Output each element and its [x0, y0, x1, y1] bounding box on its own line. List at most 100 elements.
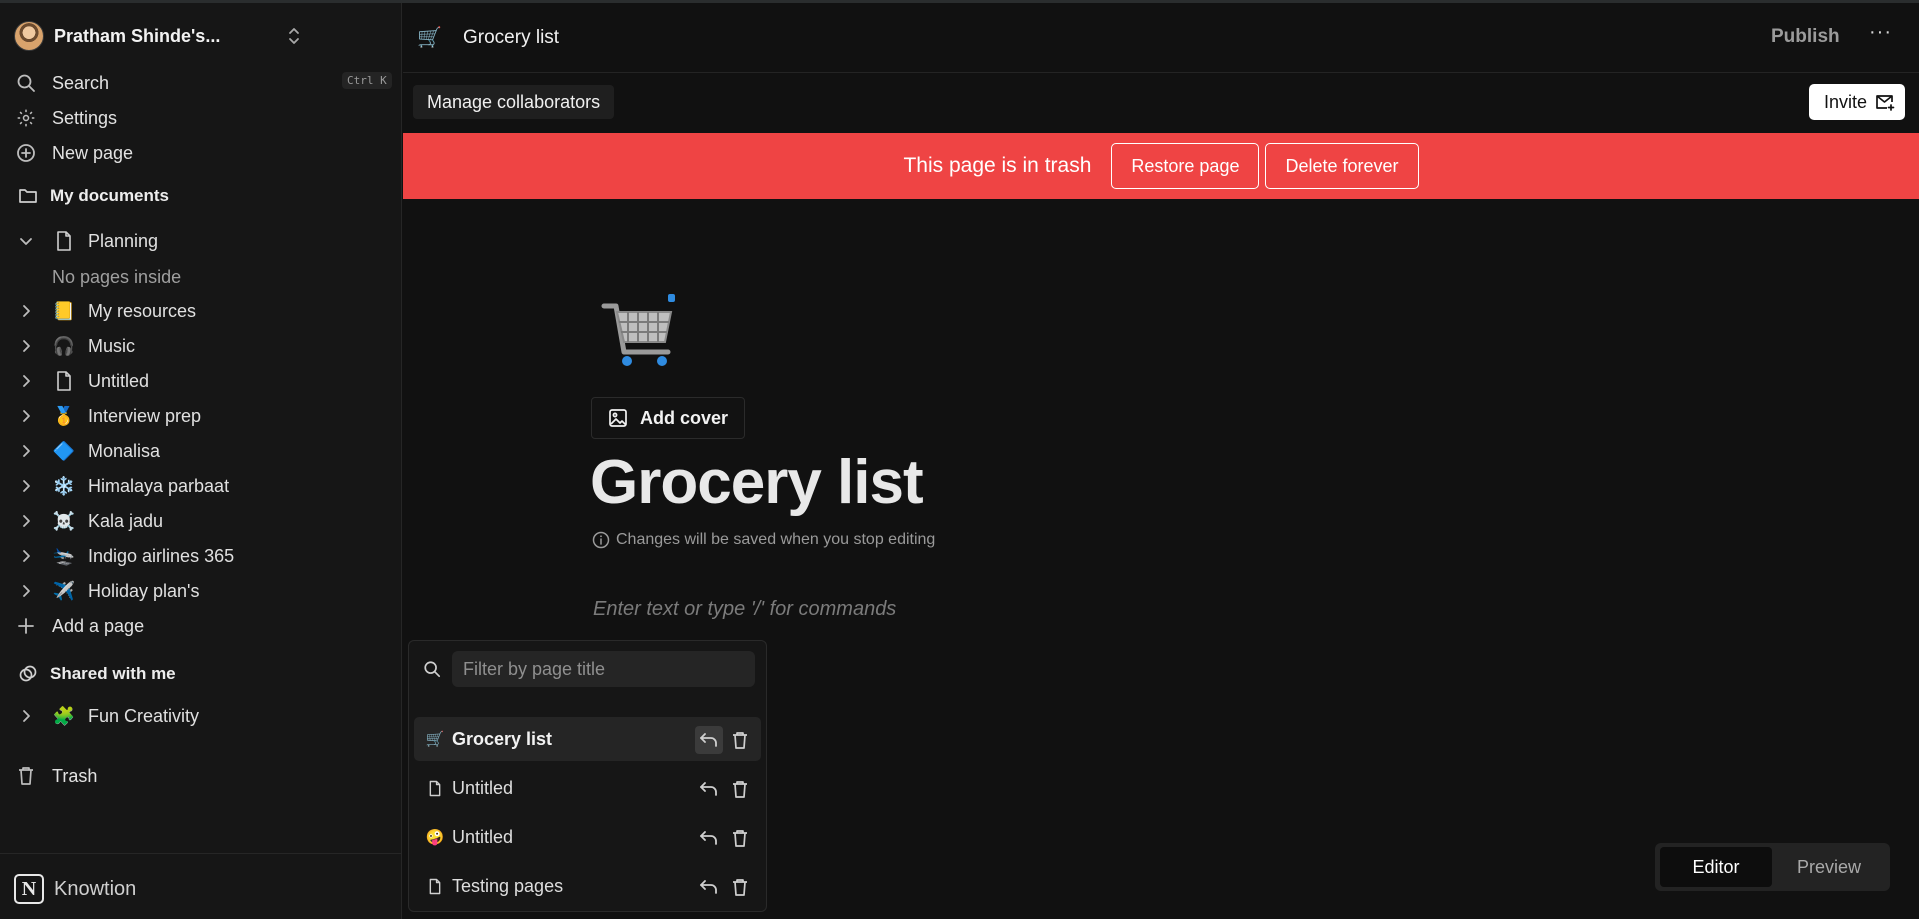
add-page-label: Add a page [52, 615, 145, 636]
sidebar-item-music[interactable]: 🎧 Music [14, 330, 394, 362]
document-icon [52, 231, 76, 251]
add-page-button[interactable]: Add a page [14, 610, 394, 642]
section-shared-with-me[interactable]: Shared with me [18, 659, 176, 689]
undo-icon[interactable] [695, 824, 723, 852]
notebook-emoji-icon: 📒 [52, 300, 76, 321]
trash-message: This page is in trash [903, 154, 1092, 177]
workspace-switcher[interactable]: Pratham Shinde's... [14, 20, 304, 52]
chevron-right-icon[interactable] [14, 478, 38, 494]
sidebar-item-label: Holiday plan's [88, 580, 200, 601]
airplane-emoji-icon: ✈️ [52, 580, 76, 601]
mail-plus-icon [1875, 93, 1895, 111]
search-icon [423, 660, 441, 683]
puzzle-emoji-icon: 🧩 [52, 705, 76, 726]
workspace-name: Pratham Shinde's... [54, 25, 221, 46]
shopping-cart-icon[interactable] [600, 290, 680, 370]
header-page-title: Grocery list [463, 27, 560, 48]
invite-button[interactable]: Invite [1809, 84, 1906, 120]
invite-label: Invite [1824, 91, 1868, 112]
plus-circle-icon [14, 141, 38, 165]
editor-placeholder[interactable]: Enter text or type '/' for commands [593, 598, 896, 621]
sidebar-item-label: Planning [88, 230, 159, 251]
medal-emoji-icon: 🥇 [52, 405, 76, 426]
mode-toggle: Editor Preview [1655, 843, 1890, 891]
chevron-right-icon[interactable] [14, 408, 38, 424]
page-header: 🛒 Grocery list Publish ··· [403, 3, 1919, 73]
diamond-emoji-icon: 🔷 [52, 440, 76, 461]
delete-forever-button[interactable]: Delete forever [1265, 143, 1419, 189]
sidebar-search[interactable]: Search [14, 67, 394, 99]
chevron-right-icon[interactable] [14, 443, 38, 459]
sidebar-settings[interactable]: Settings [14, 102, 394, 134]
undo-icon[interactable] [695, 726, 723, 754]
trash-icon[interactable] [726, 726, 754, 754]
chevron-right-icon[interactable] [14, 548, 38, 564]
sidebar-item-label: Kala jadu [88, 510, 164, 531]
editor-tab[interactable]: Editor [1660, 847, 1772, 887]
settings-label: Settings [52, 107, 118, 128]
document-icon [424, 878, 446, 895]
sidebar-trash[interactable]: Trash [14, 760, 394, 792]
trash-item-grocery-list[interactable]: 🛒 Grocery list [414, 717, 761, 761]
add-cover-button[interactable]: Add cover [591, 397, 746, 439]
chevron-down-icon[interactable] [14, 233, 38, 249]
manage-collaborators-button[interactable]: Manage collaborators [413, 85, 615, 119]
sidebar-item-my-resources[interactable]: 📒 My resources [14, 295, 394, 327]
trash-item-untitled[interactable]: 🤪 Untitled [414, 815, 761, 859]
sidebar-item-interview-prep[interactable]: 🥇 Interview prep [14, 400, 394, 432]
plane-arrival-emoji-icon: 🛬 [52, 545, 76, 566]
sidebar-new-page[interactable]: New page [14, 137, 394, 169]
sidebar-item-label: Indigo airlines 365 [88, 545, 235, 566]
sidebar-item-planning[interactable]: Planning [14, 225, 394, 257]
info-icon [592, 531, 610, 549]
my-documents-label: My documents [50, 186, 170, 205]
chevron-up-down-icon[interactable] [284, 24, 304, 48]
more-options-icon[interactable]: ··· [1869, 21, 1892, 44]
preview-tab[interactable]: Preview [1773, 847, 1885, 887]
sidebar-item-monalisa[interactable]: 🔷 Monalisa [14, 435, 394, 467]
sidebar-item-fun-creativity[interactable]: 🧩 Fun Creativity [14, 700, 394, 732]
cart-emoji-icon: 🛒 [417, 27, 442, 49]
sidebar-item-holiday-plans[interactable]: ✈️ Holiday plan's [14, 575, 394, 607]
avatar [14, 21, 44, 51]
chevron-right-icon[interactable] [14, 303, 38, 319]
page-title[interactable]: Grocery list [590, 447, 924, 518]
restore-page-button[interactable]: Restore page [1111, 143, 1260, 189]
plus-icon [14, 614, 38, 638]
sidebar-item-label: Monalisa [88, 440, 161, 461]
shared-label: Shared with me [50, 664, 176, 683]
trash-item-label: Testing pages [452, 875, 564, 896]
filter-input[interactable] [452, 651, 755, 687]
chevron-right-icon[interactable] [14, 513, 38, 529]
trash-item-untitled[interactable]: Untitled [414, 766, 761, 810]
snowflake-emoji-icon: ❄️ [52, 475, 76, 496]
sidebar-item-indigo-airlines-365[interactable]: 🛬 Indigo airlines 365 [14, 540, 394, 572]
headphones-emoji-icon: 🎧 [52, 335, 76, 356]
undo-icon[interactable] [695, 873, 723, 901]
search-icon [14, 71, 38, 95]
document-icon [424, 780, 446, 797]
trash-icon[interactable] [726, 775, 754, 803]
sidebar-footer: N Knowtion [0, 853, 402, 919]
trash-popover: 🛒 Grocery list Untitled 🤪 Untitled [408, 640, 767, 912]
trash-icon[interactable] [726, 824, 754, 852]
undo-icon[interactable] [695, 775, 723, 803]
section-my-documents[interactable]: My documents [18, 181, 169, 211]
sidebar-item-label: Music [88, 335, 136, 356]
folder-icon [18, 187, 40, 205]
trash-icon[interactable] [726, 873, 754, 901]
chevron-right-icon[interactable] [14, 708, 38, 724]
sidebar-item-label: Himalaya parbaat [88, 475, 230, 496]
trash-label: Trash [52, 765, 98, 786]
trash-banner: This page is in trash Restore page Delet… [403, 133, 1919, 199]
chevron-right-icon[interactable] [14, 373, 38, 389]
publish-button[interactable]: Publish [1771, 26, 1840, 48]
sidebar-item-kala-jadu[interactable]: ☠️ Kala jadu [14, 505, 394, 537]
sidebar-item-himalaya-parbaat[interactable]: ❄️ Himalaya parbaat [14, 470, 394, 502]
chevron-right-icon[interactable] [14, 583, 38, 599]
trash-item-testing-pages[interactable]: Testing pages [414, 864, 761, 908]
sidebar-item-untitled[interactable]: Untitled [14, 365, 394, 397]
brand-name: Knowtion [54, 877, 137, 900]
chevron-right-icon[interactable] [14, 338, 38, 354]
gear-icon [14, 106, 38, 130]
